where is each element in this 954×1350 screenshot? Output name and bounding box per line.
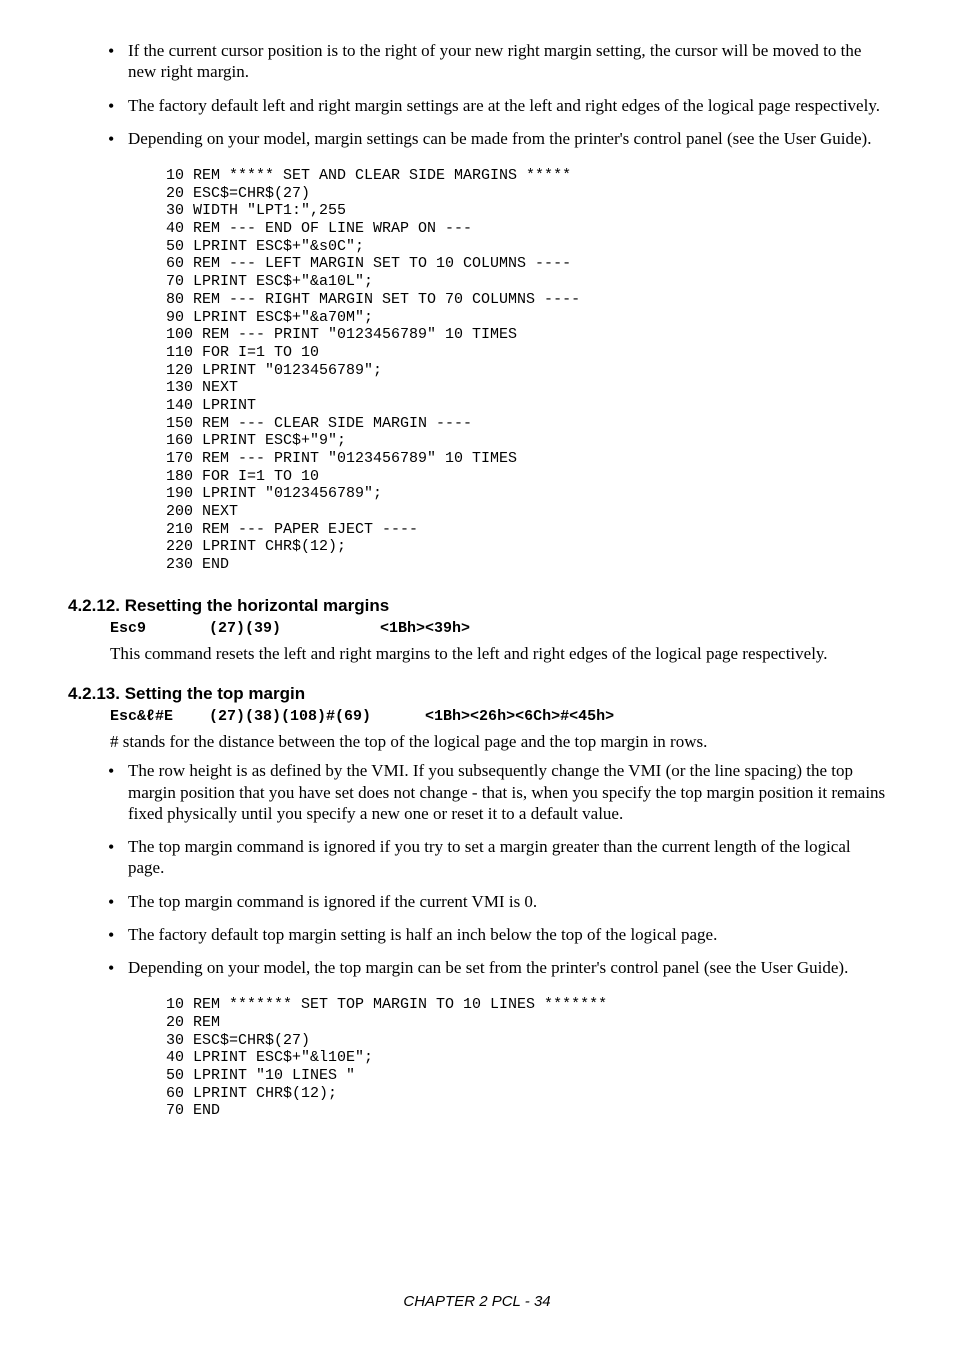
list-item: The top margin command is ignored if the… xyxy=(102,891,886,912)
list-item: The row height is as defined by the VMI.… xyxy=(102,760,886,824)
list-item: The top margin command is ignored if you… xyxy=(102,836,886,879)
section-12-body: This command resets the left and right m… xyxy=(110,643,886,664)
section-13-intro: # stands for the distance between the to… xyxy=(110,731,886,752)
code-block-side-margins: 10 REM ***** SET AND CLEAR SIDE MARGINS … xyxy=(166,167,886,574)
command-syntax-esc-l-e: Esc&ℓ#E (27)(38)(108)#(69) <1Bh><26h><6C… xyxy=(110,708,886,725)
section-13-bullet-list: The row height is as defined by the VMI.… xyxy=(102,760,886,978)
code-block-top-margin: 10 REM ******* SET TOP MARGIN TO 10 LINE… xyxy=(166,996,886,1120)
list-item: Depending on your model, the top margin … xyxy=(102,957,886,978)
list-item: If the current cursor position is to the… xyxy=(102,40,886,83)
top-bullet-list: If the current cursor position is to the… xyxy=(102,40,886,149)
section-heading-4-2-12: 4.2.12. Resetting the horizontal margins xyxy=(68,596,886,616)
list-item: The factory default left and right margi… xyxy=(102,95,886,116)
page-footer: CHAPTER 2 PCL - 34 xyxy=(0,1293,954,1310)
section-heading-4-2-13: 4.2.13. Setting the top margin xyxy=(68,684,886,704)
page: If the current cursor position is to the… xyxy=(0,0,954,1350)
list-item: The factory default top margin setting i… xyxy=(102,924,886,945)
list-item: Depending on your model, margin settings… xyxy=(102,128,886,149)
command-syntax-esc9: Esc9 (27)(39) <1Bh><39h> xyxy=(110,620,886,637)
